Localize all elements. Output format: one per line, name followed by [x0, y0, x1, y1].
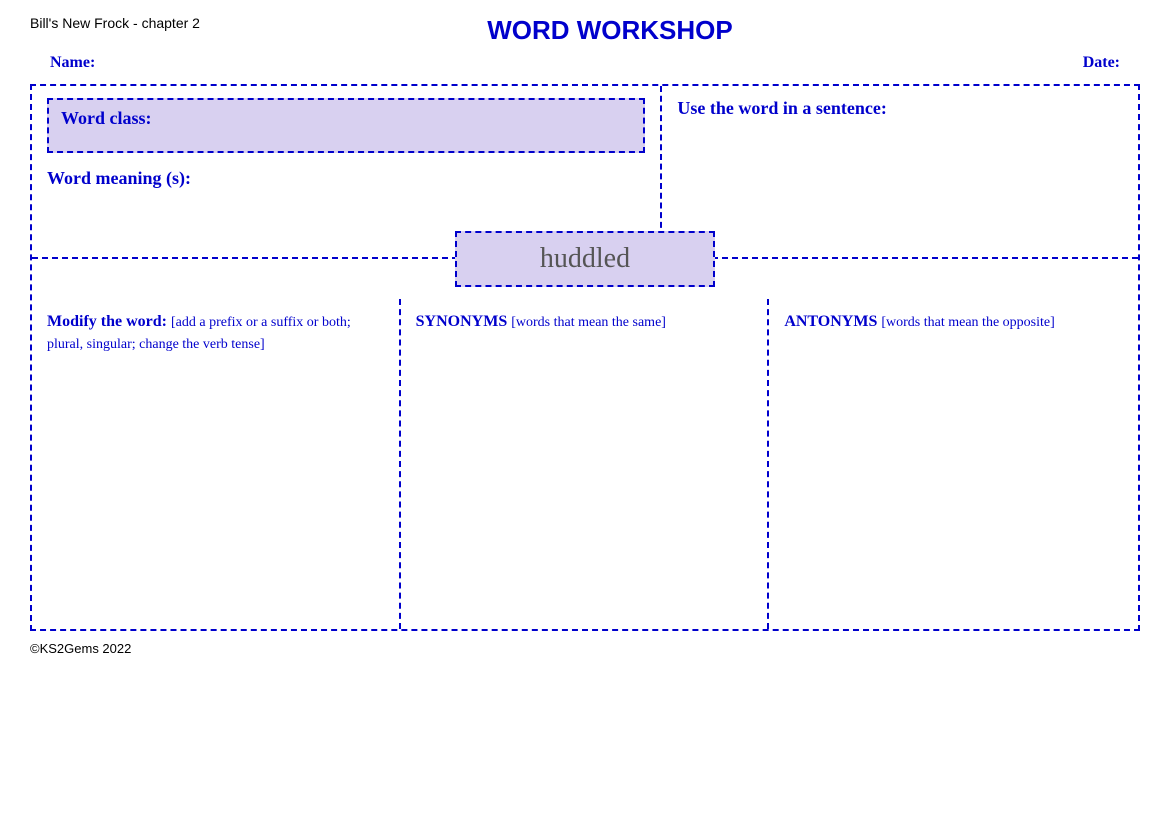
top-half: Word class: Word meaning (s): Use the wo…: [32, 86, 1138, 259]
name-date-row: Name: Date:: [30, 54, 1140, 72]
main-grid: Word class: Word meaning (s): Use the wo…: [30, 84, 1140, 631]
synonyms-normal: [words that mean the same]: [511, 315, 666, 330]
synonyms-bold: SYNONYMS: [416, 313, 508, 330]
bottom-col-modify: Modify the word: [add a prefix or a suff…: [32, 299, 401, 629]
word-class-box: Word class:: [47, 98, 645, 153]
bottom-col-antonyms: ANTONYMS [words that mean the opposite]: [769, 299, 1138, 629]
center-word-box: huddled: [455, 231, 715, 287]
footer: ©KS2Gems 2022: [30, 641, 1140, 656]
center-word: huddled: [540, 243, 630, 274]
copyright-text: ©KS2Gems 2022: [30, 641, 131, 656]
antonyms-bold: ANTONYMS: [784, 313, 877, 330]
antonyms-normal: [words that mean the opposite]: [881, 315, 1054, 330]
modify-label: Modify the word: [add a prefix or a suff…: [47, 311, 384, 356]
right-section: Use the word in a sentence:: [662, 86, 1138, 257]
synonyms-label: SYNONYMS [words that mean the same]: [416, 311, 753, 333]
use-sentence-label: Use the word in a sentence:: [677, 98, 1123, 119]
word-class-label: Word class:: [61, 108, 152, 128]
book-title: Bill's New Frock - chapter 2: [30, 15, 200, 31]
antonyms-label: ANTONYMS [words that mean the opposite]: [784, 311, 1123, 333]
page-title: WORD WORKSHOP: [200, 15, 1020, 46]
modify-bold: Modify the word:: [47, 313, 167, 330]
date-label: Date:: [1083, 54, 1120, 72]
word-meaning-label: Word meaning (s):: [47, 168, 645, 189]
bottom-half: Modify the word: [add a prefix or a suff…: [32, 299, 1138, 629]
bottom-col-synonyms: SYNONYMS [words that mean the same]: [401, 299, 770, 629]
name-label: Name:: [50, 54, 95, 72]
